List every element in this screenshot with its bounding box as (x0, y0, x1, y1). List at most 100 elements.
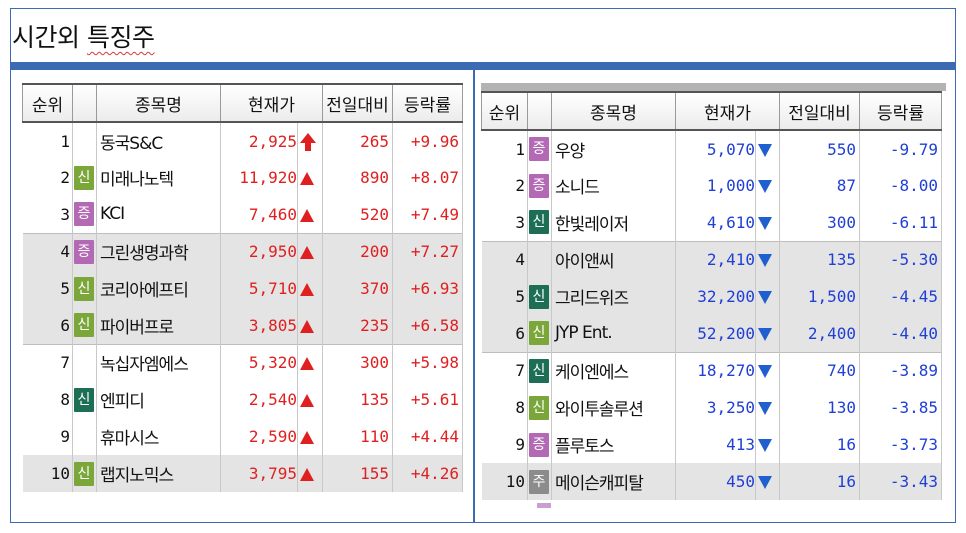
rate-cell: -3.43 (859, 463, 943, 500)
table-row[interactable]: 8 신 엔피디 2,540 135 +5.61 (22, 381, 464, 418)
change-cell: 135 (779, 240, 861, 278)
rank-cell: 3 (481, 204, 528, 241)
down-triangle-icon (758, 327, 772, 341)
market-badge: 신 (529, 395, 549, 420)
header-change[interactable]: 전일대비 (322, 83, 394, 123)
table-row[interactable]: 2 증 소니드 1,000 87 -8.00 (481, 167, 943, 204)
stock-name[interactable]: 그린생명과학 (96, 232, 221, 270)
stock-name[interactable]: 메이슨캐피탈 (551, 463, 676, 500)
badge-cell: 주 (527, 463, 552, 500)
header-change[interactable]: 전일대비 (779, 91, 861, 131)
stock-name[interactable]: 그리드위즈 (551, 278, 676, 315)
stock-name[interactable]: 한빛레이저 (551, 204, 676, 241)
stock-name[interactable]: 엔피디 (96, 381, 221, 418)
badge-cell: 신 (527, 351, 552, 389)
table-row[interactable]: 7 녹십자엠에스 5,320 300 +5.98 (22, 343, 464, 381)
stock-name[interactable]: 랩지노믹스 (96, 455, 221, 492)
arrow-cell (297, 381, 324, 418)
table-row[interactable]: 3 신 한빛레이저 4,610 300 -6.11 (481, 204, 943, 241)
change-cell: 890 (322, 159, 394, 196)
header-price[interactable]: 현재가 (674, 91, 781, 131)
stock-name[interactable]: 플루토스 (551, 426, 676, 463)
table-row[interactable]: 6 신 파이버프로 3,805 235 +6.58 (22, 307, 464, 344)
change-cell: 155 (322, 455, 394, 492)
rate-cell: -4.40 (859, 315, 943, 352)
price-cell: 4,610 (675, 204, 756, 241)
badge-cell (527, 240, 552, 278)
table-row[interactable]: 8 신 와이투솔루션 3,250 130 -3.85 (481, 389, 943, 426)
header-rank[interactable]: 순위 (22, 83, 73, 123)
table-row[interactable]: 2 신 미래나노텍 11,920 890 +8.07 (22, 159, 464, 196)
change-cell: 135 (322, 381, 394, 418)
losers-header-row: 순위 종목명 현재가 전일대비 등락률 (481, 91, 943, 131)
stock-name[interactable]: 코리아에프티 (96, 270, 221, 307)
down-triangle-icon (758, 180, 772, 193)
header-name[interactable]: 종목명 (96, 83, 221, 123)
table-row[interactable]: 1 동국S&C 2,925 265 +9.96 (22, 122, 464, 159)
arrow-cell (755, 240, 781, 278)
price-cell: 32,200 (675, 278, 756, 315)
stock-name[interactable]: 파이버프로 (96, 307, 221, 344)
stock-name[interactable]: JYP Ent. (551, 315, 676, 352)
rank-cell: 5 (481, 278, 528, 315)
table-row[interactable]: 10 신 랩지노믹스 3,795 155 +4.26 (22, 455, 464, 492)
table-row[interactable]: 1 증 우양 5,070 550 -9.79 (481, 130, 943, 167)
badge-cell: 신 (527, 278, 552, 315)
rate-cell: -8.00 (859, 167, 943, 204)
bold-up-arrow-icon (300, 132, 316, 151)
stock-name[interactable]: 우양 (551, 130, 676, 167)
table-row[interactable]: 10 주 메이슨캐피탈 450 16 -3.43 (481, 463, 943, 500)
stock-name[interactable]: 미래나노텍 (96, 159, 221, 196)
stock-name[interactable]: KCI (96, 196, 221, 233)
stock-name[interactable]: 케이엔에스 (551, 351, 676, 389)
table-row[interactable]: 5 신 그리드위즈 32,200 1,500 -4.45 (481, 278, 943, 315)
stock-name[interactable]: 아이앤씨 (551, 240, 676, 278)
change-cell: 550 (779, 130, 861, 167)
rank-cell: 7 (481, 351, 528, 389)
table-row[interactable]: 3 증 KCI 7,460 520 +7.49 (22, 196, 464, 233)
change-cell: 130 (779, 389, 861, 426)
market-badge: 증 (529, 137, 549, 161)
losers-panel: 순위 종목명 현재가 전일대비 등락률 1 증 우양 5,070 550 -9.79 2 증 소… (481, 91, 943, 500)
badge-cell (72, 418, 97, 455)
down-triangle-icon (758, 402, 772, 415)
header-name[interactable]: 종목명 (551, 91, 676, 131)
rate-cell: -3.85 (859, 389, 943, 426)
arrow-cell (297, 307, 324, 344)
rank-cell: 6 (22, 307, 73, 344)
price-cell: 7,460 (220, 196, 298, 233)
market-badge: 증 (74, 239, 94, 264)
header-price[interactable]: 현재가 (219, 83, 324, 123)
header-rate[interactable]: 등락률 (392, 83, 464, 123)
price-cell: 2,950 (220, 232, 298, 270)
table-row[interactable]: 6 신 JYP Ent. 52,200 2,400 -4.40 (481, 315, 943, 352)
price-cell: 1,000 (675, 167, 756, 204)
stock-name[interactable]: 녹십자엠에스 (96, 343, 221, 381)
stock-name[interactable]: 휴마시스 (96, 418, 221, 455)
badge-cell: 증 (72, 196, 97, 233)
rate-cell: +4.44 (392, 418, 464, 455)
table-row[interactable]: 4 증 그린생명과학 2,950 200 +7.27 (22, 232, 464, 270)
badge-cell: 신 (72, 270, 97, 307)
badge-cell: 증 (72, 232, 97, 270)
badge-cell: 신 (527, 315, 552, 352)
table-row[interactable]: 7 신 케이엔에스 18,270 740 -3.89 (481, 351, 943, 389)
table-row[interactable]: 9 휴마시스 2,590 110 +4.44 (22, 418, 464, 455)
arrow-cell (297, 270, 324, 307)
table-row[interactable]: 9 증 플루토스 413 16 -3.73 (481, 426, 943, 463)
market-badge: 신 (529, 284, 549, 309)
header-rate[interactable]: 등락률 (859, 91, 943, 131)
header-rank[interactable]: 순위 (481, 91, 528, 131)
change-cell: 740 (779, 351, 861, 389)
up-triangle-icon (300, 394, 314, 407)
badge-cell: 신 (72, 159, 97, 196)
gainers-header-row: 순위 종목명 현재가 전일대비 등락률 (22, 83, 464, 123)
table-row[interactable]: 5 신 코리아에프티 5,710 370 +6.93 (22, 270, 464, 307)
stock-name[interactable]: 동국S&C (96, 122, 221, 159)
badge-cell: 증 (527, 167, 552, 204)
table-row[interactable]: 4 아이앤씨 2,410 135 -5.30 (481, 240, 943, 278)
rate-cell: -3.73 (859, 426, 943, 463)
rate-cell: +6.93 (392, 270, 464, 307)
stock-name[interactable]: 소니드 (551, 167, 676, 204)
stock-name[interactable]: 와이투솔루션 (551, 389, 676, 426)
